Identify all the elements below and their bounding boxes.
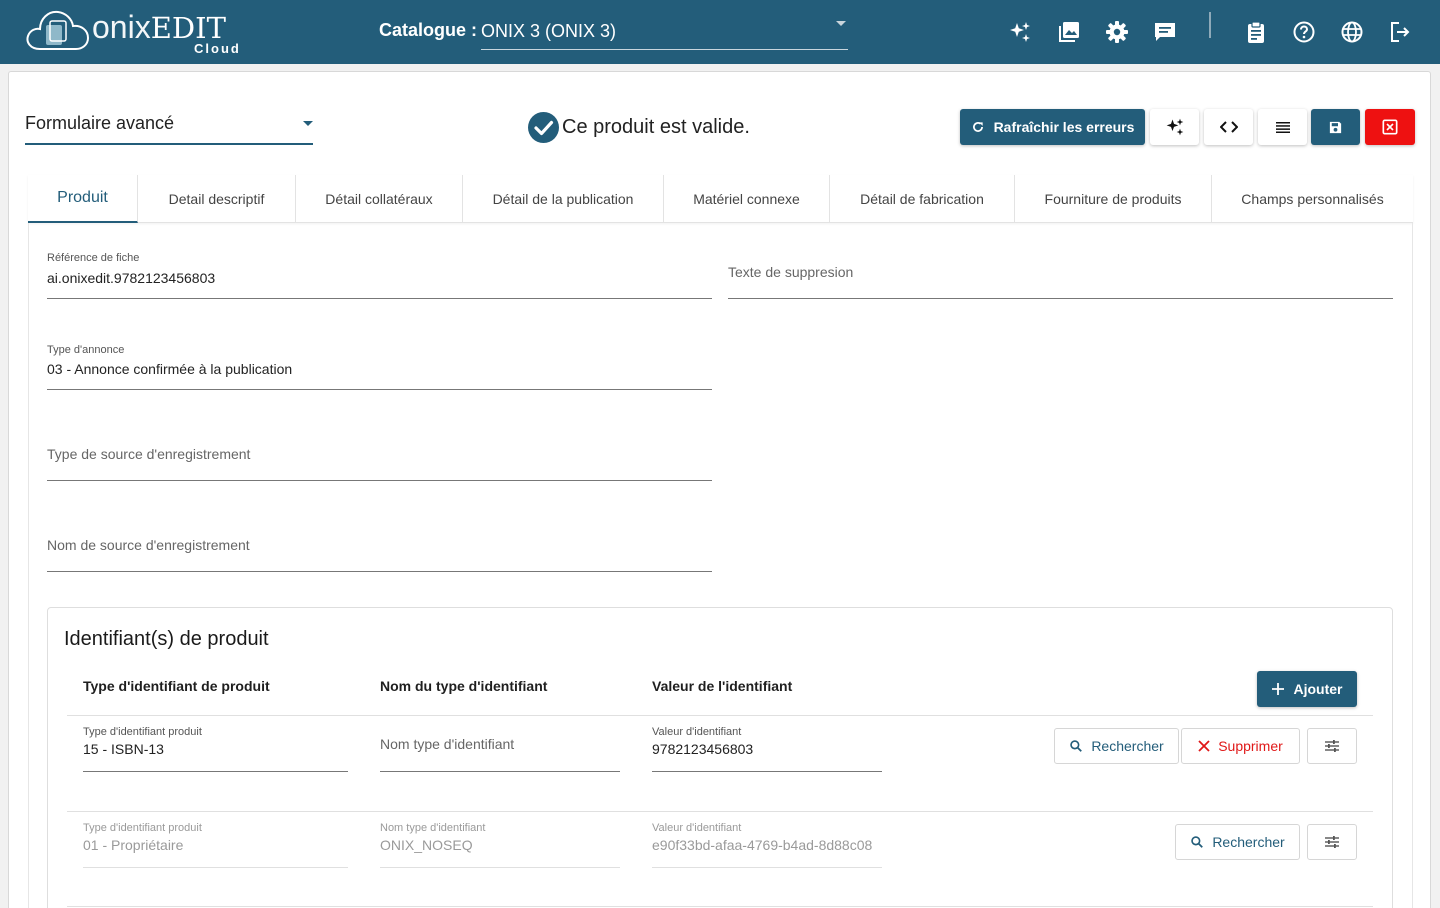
identifiers-title: Identifiant(s) de produit [64,628,269,650]
sparkles-icon[interactable] [1008,20,1032,44]
tab-bar: Produit Detail descriptif Détail collaté… [28,175,1413,223]
identifier-name-value: ONIX_NOSEQ [380,837,473,853]
source-type-field[interactable]: Type de source d'enregistrement [47,432,712,481]
catalogue-value: ONIX 3 (ONIX 3) [481,21,617,41]
catalogue-select[interactable]: ONIX 3 (ONIX 3) [481,18,848,50]
top-bar: onixEDIT Cloud Catalogue : ONIX 3 (ONIX … [0,0,1440,64]
tab-detail-publication[interactable]: Détail de la publication [463,175,664,223]
validation-text: Ce produit est valide. [562,116,750,138]
chevron-down-icon [303,121,313,126]
row-divider [67,811,1373,812]
identifier-type-label: Type d'identifiant produit [83,822,202,834]
list-icon [1275,122,1290,133]
globe-icon[interactable] [1340,20,1364,44]
announce-type-field[interactable]: Type d'annonce 03 - Annonce confirmée à … [47,341,712,390]
gear-icon[interactable] [1105,20,1129,44]
search-button-label: Rechercher [1212,834,1285,850]
sliders-icon [1325,740,1339,752]
settings-sliders-button[interactable] [1307,728,1357,764]
column-header-value: Valeur de l'identifiant [652,678,793,694]
identifier-name-label: Nom type d'identifiant [380,822,486,834]
plus-icon [1271,683,1284,695]
cloud-logo-icon [26,10,90,50]
announce-type-label: Type d'annonce [47,344,125,356]
column-header-type: Type d'identifiant de produit [83,678,270,694]
save-icon [1329,121,1342,133]
list-view-button[interactable] [1258,109,1307,145]
tab-materiel-connexe[interactable]: Matériel connexe [664,175,830,223]
suppression-text-placeholder: Texte de suppresion [728,264,854,280]
identifier-value-label: Valeur d'identifiant [652,726,742,738]
logo-text-edit: EDIT [150,11,226,45]
refresh-errors-button[interactable]: Rafraîchir les erreurs [960,109,1145,145]
chevron-down-icon [836,21,846,26]
identifier-type-field: Type d'identifiant produit 01 - Propriét… [83,820,348,868]
logo[interactable]: onixEDIT Cloud [26,7,256,57]
settings-sliders-button[interactable] [1307,824,1357,860]
source-name-placeholder: Nom de source d'enregistrement [47,537,250,553]
help-icon[interactable] [1292,20,1316,44]
identifier-name-field[interactable]: Nom type d'identifiant [380,724,620,772]
logo-text-onix: onix [92,9,151,45]
source-name-field[interactable]: Nom de source d'enregistrement [47,523,712,572]
ai-button[interactable] [1150,109,1199,145]
row-divider [67,906,1373,907]
identifier-type-field[interactable]: Type d'identifiant produit 15 - ISBN-13 [83,724,348,772]
search-icon [1070,740,1083,752]
add-identifier-label: Ajouter [1293,681,1343,697]
record-reference-field[interactable]: Référence de fiche ai.onixedit.978212345… [47,250,712,299]
tab-detail-fabrication[interactable]: Détail de fabrication [830,175,1015,223]
close-icon [1198,740,1210,752]
close-icon [1382,119,1398,135]
refresh-icon [972,122,983,132]
delete-button-label: Supprimer [1218,738,1283,754]
logo-subtitle: Cloud [194,41,241,56]
chat-icon[interactable] [1153,20,1177,44]
add-identifier-button[interactable]: Ajouter [1257,671,1357,707]
identifier-type-value: 01 - Propriétaire [83,837,184,853]
images-icon[interactable] [1057,20,1081,44]
sparkles-icon [1166,118,1183,136]
sliders-icon [1325,836,1339,848]
form-mode-select[interactable]: Formulaire avancé [25,105,313,145]
logout-icon[interactable] [1388,20,1412,44]
identifier-type-label: Type d'identifiant produit [83,726,202,738]
delete-button[interactable]: Supprimer [1181,728,1300,764]
search-icon [1191,836,1204,848]
clipboard-icon[interactable] [1244,20,1268,44]
row-divider [67,715,1373,716]
search-button[interactable]: Rechercher [1054,728,1179,764]
check-circle-icon [528,112,559,143]
form-mode-value: Formulaire avancé [25,113,175,133]
search-button[interactable]: Rechercher [1175,824,1300,860]
tab-champs-personnalises[interactable]: Champs personnalisés [1212,175,1413,223]
catalogue-label: Catalogue : [379,20,478,40]
identifier-value-field: Valeur d'identifiant e90f33bd-afaa-4769-… [652,820,882,868]
source-type-placeholder: Type de source d'enregistrement [47,446,251,462]
suppression-text-field[interactable]: Texte de suppresion [728,250,1393,299]
record-reference-label: Référence de fiche [47,252,140,264]
identifier-type-value: 15 - ISBN-13 [83,741,164,757]
identifier-value-field[interactable]: Valeur d'identifiant 9782123456803 [652,724,882,772]
close-button[interactable] [1365,109,1415,145]
save-button[interactable] [1311,109,1360,145]
identifier-name-field: Nom type d'identifiant ONIX_NOSEQ [380,820,620,868]
tab-detail-descriptif[interactable]: Detail descriptif [138,175,296,223]
tab-fourniture-produits[interactable]: Fourniture de produits [1015,175,1212,223]
tab-produit[interactable]: Produit [28,175,138,223]
refresh-errors-label: Rafraîchir les erreurs [993,119,1135,135]
announce-type-value: 03 - Annonce confirmée à la publication [47,361,293,377]
code-view-button[interactable] [1204,109,1253,145]
record-reference-value: ai.onixedit.9782123456803 [47,270,216,286]
identifier-value-value: e90f33bd-afaa-4769-b4ad-8d88c08 [652,837,873,853]
identifier-name-placeholder: Nom type d'identifiant [380,736,515,752]
search-button-label: Rechercher [1091,738,1164,754]
toolbar-separator [1209,12,1211,38]
identifier-value-label: Valeur d'identifiant [652,822,742,834]
code-icon [1219,121,1238,133]
tab-detail-collateraux[interactable]: Détail collatéraux [296,175,463,223]
column-header-name: Nom du type d'identifiant [380,678,548,694]
identifier-value-value: 9782123456803 [652,741,754,757]
